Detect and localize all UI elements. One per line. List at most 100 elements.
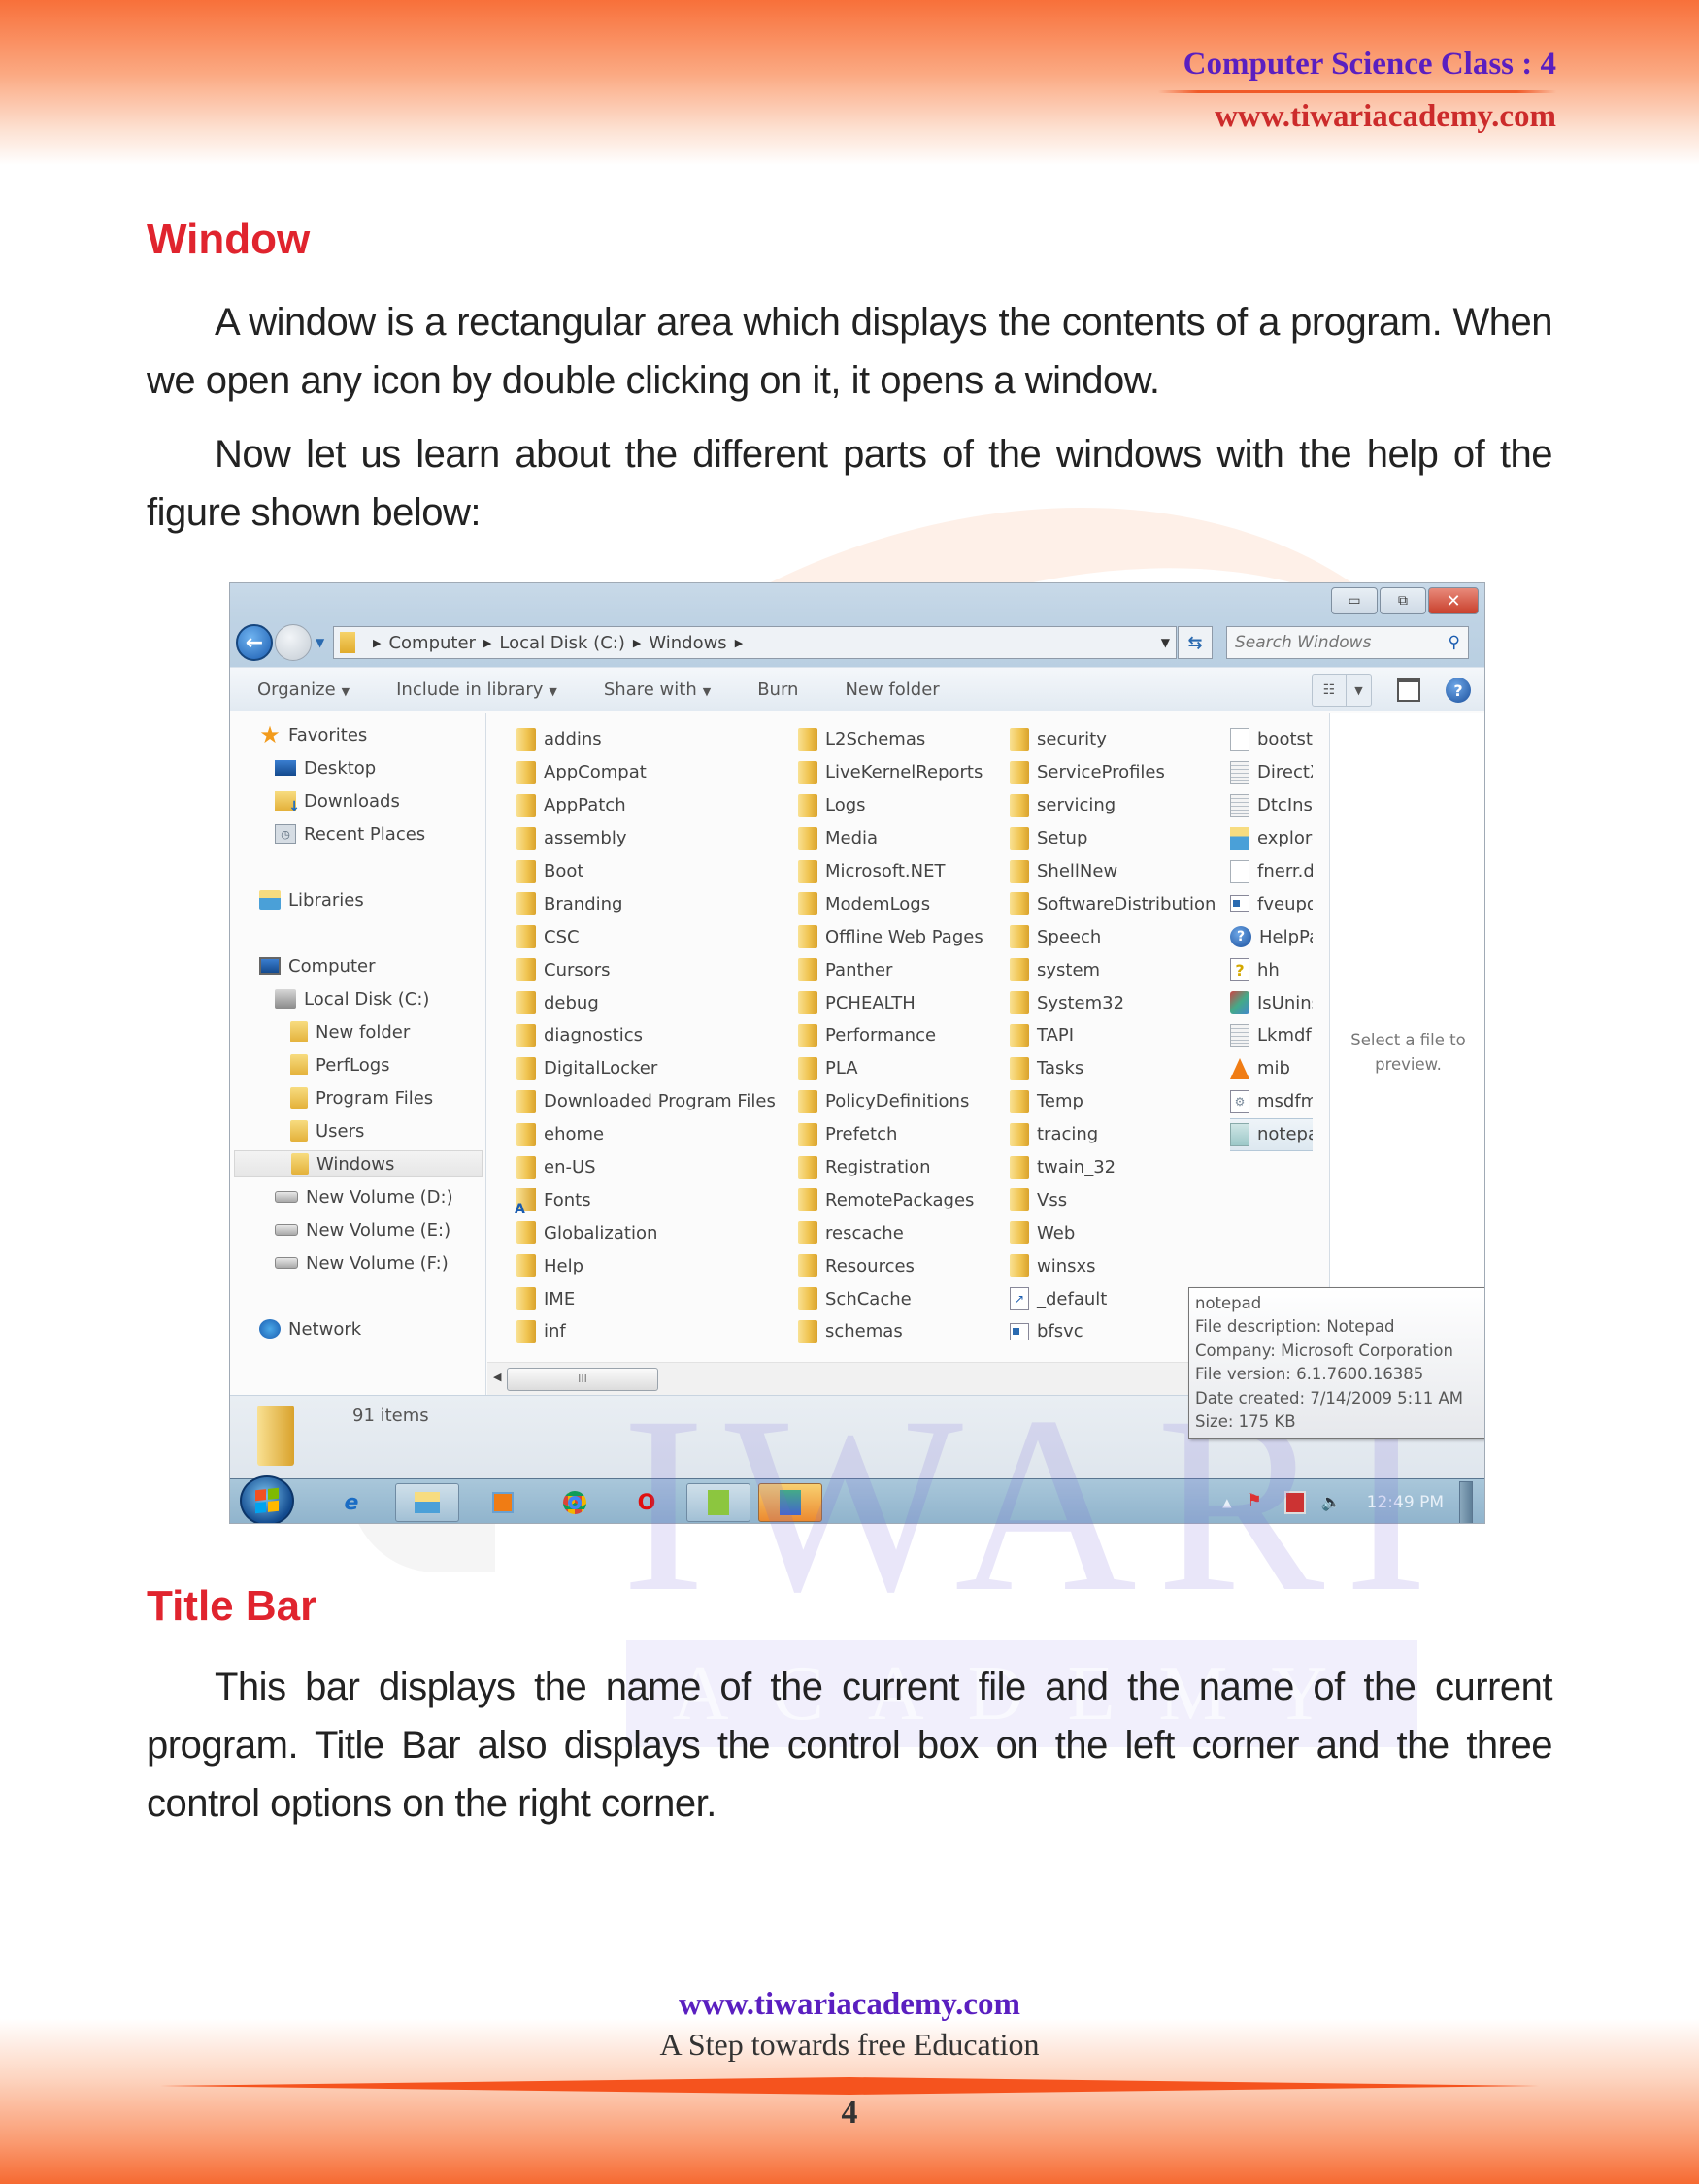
nav-item-desktop[interactable]: Desktop xyxy=(275,754,376,781)
network-status-icon[interactable] xyxy=(1283,1491,1306,1514)
opera-icon[interactable]: O xyxy=(615,1483,679,1522)
start-button[interactable] xyxy=(240,1475,294,1523)
refresh-button[interactable]: ⇆ xyxy=(1178,626,1213,659)
nav-item-favorites[interactable]: ★ Favorites xyxy=(259,721,367,748)
file-item[interactable]: assembly xyxy=(516,822,776,855)
file-item[interactable]: Downloaded Program Files xyxy=(516,1085,776,1118)
organize-menu[interactable]: Organize ▼ xyxy=(257,679,350,700)
file-item[interactable]: ? HelpPa xyxy=(1230,920,1313,953)
file-item[interactable]: fveupd xyxy=(1230,887,1313,920)
file-item[interactable]: Setup xyxy=(1010,822,1216,855)
scroll-thumb[interactable]: III xyxy=(507,1368,658,1391)
file-item[interactable]: security xyxy=(1010,723,1216,756)
breadcrumb-arrow-icon[interactable]: ▶ xyxy=(373,637,381,649)
breadcrumb-arrow-icon[interactable]: ▶ xyxy=(483,637,491,649)
show-hidden-icons-button[interactable]: ▲ xyxy=(1222,1496,1231,1509)
help-icon[interactable]: ? xyxy=(1446,678,1471,703)
file-item[interactable]: bootst xyxy=(1230,723,1313,756)
address-history-dropdown[interactable]: ▼ xyxy=(1161,636,1170,649)
file-item[interactable]: servicing xyxy=(1010,789,1216,822)
file-item[interactable]: Lkmdf xyxy=(1230,1019,1313,1052)
nav-item-users[interactable]: Users xyxy=(290,1117,364,1144)
nav-item-perflogs[interactable]: PerfLogs xyxy=(290,1051,390,1078)
file-item[interactable]: Temp xyxy=(1010,1085,1216,1118)
minimize-button[interactable]: ▭ xyxy=(1331,587,1378,614)
internet-explorer-icon[interactable]: e xyxy=(319,1483,383,1522)
file-item[interactable]: schemas xyxy=(798,1315,983,1348)
show-desktop-button[interactable] xyxy=(1459,1481,1473,1523)
preview-pane-toggle-icon[interactable] xyxy=(1397,678,1420,702)
file-item[interactable]: Tasks xyxy=(1010,1052,1216,1085)
file-item[interactable]: SoftwareDistribution xyxy=(1010,887,1216,920)
file-item[interactable]: Globalization xyxy=(516,1216,776,1249)
file-item[interactable]: ? hh xyxy=(1230,953,1313,986)
file-item[interactable]: PolicyDefinitions xyxy=(798,1085,983,1118)
search-icon[interactable]: ⚲ xyxy=(1449,633,1460,652)
forward-button[interactable] xyxy=(275,624,312,661)
file-item[interactable]: TAPI xyxy=(1010,1019,1216,1052)
file-item[interactable]: PCHEALTH xyxy=(798,986,983,1019)
file-item[interactable]: rescache xyxy=(798,1216,983,1249)
windows-explorer-taskbar-button[interactable] xyxy=(395,1483,459,1522)
file-item[interactable]: Boot xyxy=(516,855,776,888)
action-center-flag-icon[interactable]: ⚑ xyxy=(1248,1491,1269,1514)
file-item[interactable]: RemotePackages xyxy=(798,1183,983,1216)
nav-item-new-volume-e[interactable]: New Volume (E:) xyxy=(275,1216,450,1243)
close-button[interactable]: ✕ xyxy=(1428,587,1479,614)
search-input[interactable] xyxy=(1235,633,1449,652)
file-item[interactable]: system xyxy=(1010,953,1216,986)
file-item[interactable]: IsUnins xyxy=(1230,986,1313,1019)
file-item[interactable]: fnerr.d xyxy=(1230,855,1313,888)
file-item[interactable]: addins xyxy=(516,723,776,756)
back-button[interactable]: ← xyxy=(236,624,273,661)
include-in-library-menu[interactable]: Include in library ▼ xyxy=(396,679,557,700)
file-item[interactable]: System32 xyxy=(1010,986,1216,1019)
burn-button[interactable]: Burn xyxy=(757,679,798,700)
file-item[interactable]: Logs xyxy=(798,789,983,822)
restore-button[interactable]: ⧉ xyxy=(1380,587,1426,614)
breadcrumb-arrow-icon[interactable]: ▶ xyxy=(633,637,641,649)
file-item[interactable]: DirectX xyxy=(1230,756,1313,789)
change-view-button[interactable]: ☷ ▼ xyxy=(1312,674,1372,707)
address-bar[interactable]: ▶ Computer ▶ Local Disk (C:) ▶ Windows ▶… xyxy=(333,626,1177,659)
file-item[interactable]: ehome xyxy=(516,1118,776,1151)
file-item[interactable]: Fonts xyxy=(515,1183,776,1217)
file-item[interactable]: IME xyxy=(516,1282,776,1315)
breadcrumb-windows[interactable]: Windows xyxy=(649,633,726,653)
file-item[interactable]: bfsvc xyxy=(1010,1315,1216,1348)
file-item[interactable]: tracing xyxy=(1010,1118,1216,1151)
nav-item-local-disk-c[interactable]: Local Disk (C:) xyxy=(275,985,429,1012)
file-item[interactable]: AppPatch xyxy=(516,789,776,822)
file-item[interactable]: notepa xyxy=(1230,1117,1313,1151)
search-box[interactable]: ⚲ xyxy=(1226,626,1469,659)
nav-item-new-folder[interactable]: New folder xyxy=(290,1018,410,1045)
file-item[interactable]: Cursors xyxy=(516,953,776,986)
new-folder-button[interactable]: New folder xyxy=(845,679,939,700)
file-item[interactable]: Web xyxy=(1010,1216,1216,1249)
file-item[interactable]: Offline Web Pages xyxy=(798,920,983,953)
file-item[interactable]: CSC xyxy=(516,920,776,953)
breadcrumb-arrow-icon[interactable]: ▶ xyxy=(735,637,743,649)
media-player-icon[interactable] xyxy=(471,1483,535,1522)
file-item[interactable]: Resources xyxy=(798,1249,983,1282)
file-item[interactable]: DtcInst xyxy=(1230,789,1313,822)
file-item[interactable]: ServiceProfiles xyxy=(1010,756,1216,789)
file-item[interactable]: ↗ _default xyxy=(1010,1282,1216,1315)
file-item[interactable]: mib xyxy=(1230,1052,1313,1085)
file-item[interactable]: L2Schemas xyxy=(798,723,983,756)
file-item[interactable]: winsxs xyxy=(1010,1249,1216,1282)
view-options-dropdown[interactable]: ▼ xyxy=(1346,675,1371,706)
file-item[interactable]: ⚙ msdfm xyxy=(1230,1085,1313,1118)
nav-item-new-volume-d[interactable]: New Volume (D:) xyxy=(275,1183,453,1210)
file-item[interactable]: ShellNew xyxy=(1010,855,1216,888)
clock[interactable]: 12:49 PM xyxy=(1367,1493,1444,1512)
file-item[interactable]: debug xyxy=(516,986,776,1019)
file-item[interactable]: SchCache xyxy=(798,1282,983,1315)
file-item[interactable]: inf xyxy=(516,1315,776,1348)
volume-icon[interactable]: 🔈 xyxy=(1321,1493,1342,1512)
green-app-taskbar-button[interactable] xyxy=(686,1483,750,1522)
file-item[interactable]: Branding xyxy=(516,887,776,920)
file-item[interactable]: explore xyxy=(1230,822,1313,855)
nav-item-new-volume-f[interactable]: New Volume (F:) xyxy=(275,1249,449,1276)
share-with-menu[interactable]: Share with ▼ xyxy=(604,679,711,700)
